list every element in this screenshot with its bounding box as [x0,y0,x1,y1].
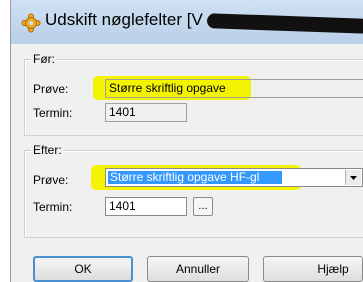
browse-button[interactable]: ... [193,197,213,216]
title-bar[interactable]: Udskift nøglefelter [V [11,0,363,44]
dialog-window: Udskift nøglefelter [V Før: Prøve: Størr… [10,0,363,282]
before-legend: Før: [31,52,57,66]
after-term-value: 1401 [109,199,136,213]
before-term-value: 1401 [109,105,136,119]
help-button-label: Hjælp [317,262,349,276]
before-test-value: Større skriftlig opgave [109,81,226,95]
after-test-label: Prøve: [33,173,69,187]
redaction-mark [206,13,363,34]
before-test-field: Større skriftlig opgave [105,79,363,98]
after-test-value: Større skriftlig opgave HF-gl [108,171,282,184]
window-title: Udskift nøglefelter [V [45,10,203,29]
chevron-down-icon [350,176,357,180]
after-legend: Efter: [31,143,64,157]
before-term-label: Termin: [33,106,73,120]
dialog-body: Før: Prøve: Større skriftlig opgave Term… [11,44,363,282]
ok-button[interactable]: OK [33,256,133,282]
after-term-input[interactable]: 1401 [105,197,187,216]
cancel-button[interactable]: Annuller [147,256,249,282]
after-test-combobox[interactable]: Større skriftlig opgave HF-gl [105,168,363,187]
dropdown-button[interactable] [345,170,361,185]
before-test-label: Prøve: [33,82,69,96]
before-term-field: 1401 [105,103,187,122]
help-button[interactable]: Hjælp [263,256,363,282]
gear-icon [21,13,41,33]
before-group: Før: Prøve: Større skriftlig opgave Term… [24,52,363,136]
after-term-label: Termin: [33,200,73,214]
after-group: Efter: Prøve: Større skriftlig opgave HF… [24,143,363,238]
